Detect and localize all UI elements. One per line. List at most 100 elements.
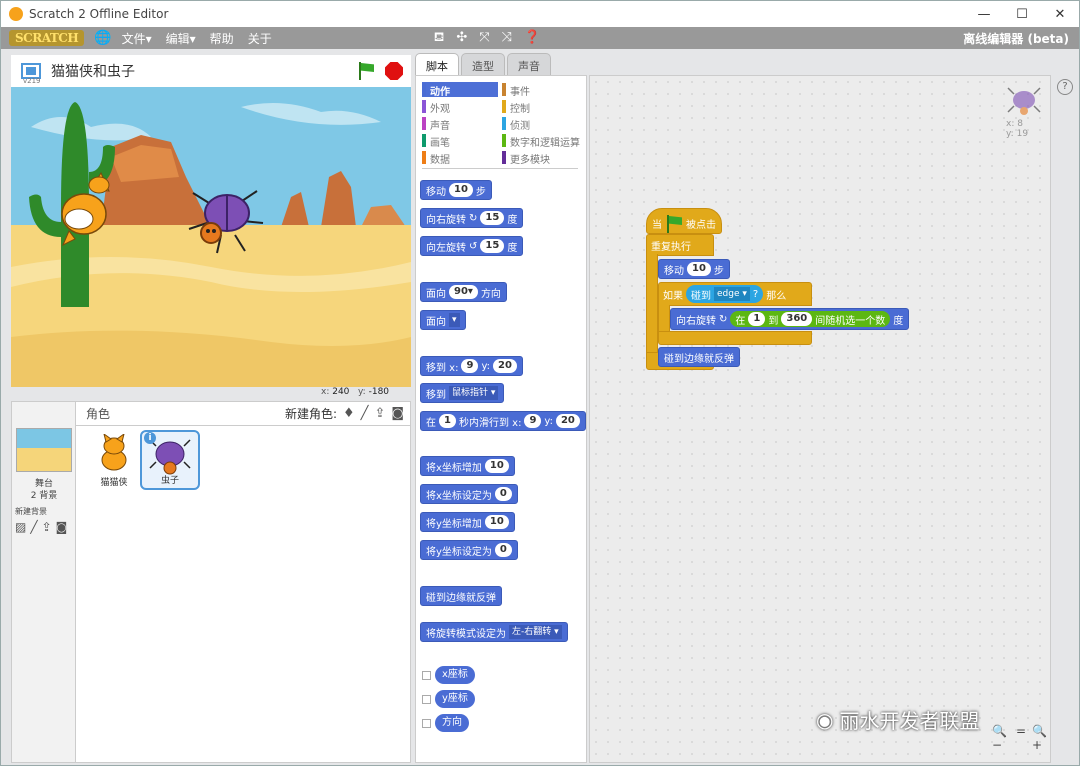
category-control[interactable]: 控制	[502, 99, 582, 115]
globe-icon[interactable]: 🌐	[94, 30, 111, 46]
editor-main: v219 猫猫侠和虫子 x: 240 y: -180 舞台 2 背景 新建背景 …	[1, 49, 1079, 765]
minimize-button[interactable]: —	[965, 7, 1003, 22]
sprites-header: 角色 新建角色: ♦ ╱ ⇪ ◙	[76, 402, 410, 426]
block-set-y[interactable]: 将y坐标设定为 0	[420, 540, 518, 560]
watermark: ◉ 丽水开发者联盟	[816, 705, 979, 734]
zoom-in-icon[interactable]: 🔍+	[1032, 724, 1050, 752]
sprite-name: 猫猫侠	[100, 478, 128, 488]
toolbar-icons: ⛾ ✣ ⤧ ⤨ ❓	[434, 30, 541, 47]
stage-thumbnail[interactable]	[16, 428, 72, 472]
block-move-script[interactable]: 移动 10 步	[658, 259, 730, 279]
rotate-left-icon: ↺	[469, 240, 478, 252]
menu-file[interactable]: 文件▾	[122, 30, 152, 47]
grow-icon[interactable]: ⤧	[479, 30, 489, 47]
block-glide[interactable]: 在 1 秒内滑行到 x: 9 y: 20	[420, 411, 586, 431]
app-window: Scratch 2 Offline Editor — ☐ ✕ SCRATCH 🌐…	[0, 0, 1080, 766]
if-arm	[658, 305, 670, 333]
project-name[interactable]: 猫猫侠和虫子	[51, 61, 135, 81]
upload-sprite-icon[interactable]: ⇪	[374, 406, 385, 421]
bug-sprite[interactable]	[179, 173, 269, 263]
stop-button[interactable]	[385, 62, 403, 80]
reporter-direction[interactable]: 方向	[422, 714, 469, 732]
duplicate-icon[interactable]: ⛾	[434, 30, 445, 47]
block-bounce-script[interactable]: 碰到边缘就反弹	[658, 347, 740, 367]
window-title: Scratch 2 Offline Editor	[29, 7, 169, 21]
sprite-name: 虫子	[160, 476, 179, 486]
sprites-title: 角色	[86, 407, 111, 421]
info-icon[interactable]: i	[144, 432, 156, 444]
stage-canvas[interactable]	[11, 87, 411, 387]
block-turn-right-script[interactable]: 向右旋转 ↻ 在 1 到 360 间随机选一个数 度	[670, 308, 910, 330]
block-goto[interactable]: 移到 鼠标指针 ▾	[420, 383, 505, 403]
green-flag-icon	[665, 215, 683, 233]
category-pen[interactable]: 画笔	[422, 133, 502, 149]
scripts-area[interactable]: x: 8 y: 19 当 被点击 重复执行 ↲ 移动10步 如果	[589, 75, 1051, 763]
reporter-y-position[interactable]: y座标	[422, 690, 475, 708]
version-label: v219	[23, 77, 41, 85]
backdrop-library-icon[interactable]: ▨	[15, 520, 26, 534]
block-rotation-style[interactable]: 将旋转模式设定为 左-右翻转 ▾	[420, 622, 568, 642]
menu-help[interactable]: 帮助	[210, 30, 234, 47]
block-palette: 动作 事件 外观 控制 声音 侦测 画笔 数字和逻辑运算 数据 更多模块 移动 1…	[415, 75, 587, 763]
if-header: 如果 碰到 edge ▾? 那么	[658, 284, 791, 304]
category-events[interactable]: 事件	[502, 82, 582, 98]
block-change-y[interactable]: 将y坐标增加 10	[420, 512, 515, 532]
shrink-icon[interactable]: ⤨	[502, 30, 512, 47]
block-when-flag-clicked[interactable]: 当 被点击	[646, 208, 722, 234]
block-move[interactable]: 移动 10 步	[420, 180, 492, 200]
forever-arm	[646, 254, 658, 354]
palette-divider	[422, 168, 578, 169]
category-operators[interactable]: 数字和逻辑运算	[502, 133, 582, 149]
stage-panel: 舞台 2 背景 新建背景 ▨ ╱ ⇪ ◙	[12, 402, 76, 762]
upload-icon[interactable]: ⇪	[42, 520, 52, 534]
category-more-blocks[interactable]: 更多模块	[502, 150, 582, 166]
reporter-x-position[interactable]: x座标	[422, 666, 475, 684]
sprite-info: x: 8 y: 19	[1006, 86, 1046, 139]
new-backdrop-label: 新建背景	[15, 507, 47, 516]
sprite-library-icon[interactable]: ♦	[343, 406, 355, 421]
category-sensing[interactable]: 侦测	[502, 116, 582, 132]
close-button[interactable]: ✕	[1041, 7, 1079, 22]
paint-icon[interactable]: ╱	[30, 520, 37, 534]
scratch-logo[interactable]: SCRATCH	[9, 30, 85, 46]
block-set-x[interactable]: 将x坐标设定为 0	[420, 484, 518, 504]
checkbox[interactable]	[422, 694, 431, 704]
sprite-tile-cat[interactable]: 猫猫侠	[84, 430, 144, 490]
category-data[interactable]: 数据	[422, 150, 502, 166]
menu-about[interactable]: 关于	[248, 30, 272, 47]
zoom-out-icon[interactable]: 🔍−	[992, 724, 1010, 752]
block-goto-xy[interactable]: 移到 x: 9 y: 20	[420, 356, 523, 376]
rotate-right-icon: ↻	[719, 313, 728, 325]
block-touching[interactable]: 碰到 edge ▾?	[686, 285, 764, 303]
checkbox[interactable]	[422, 718, 431, 728]
block-point-towards[interactable]: 面向 ▾	[420, 310, 466, 330]
backdrop-count: 2 背景	[30, 491, 58, 501]
camera-sprite-icon[interactable]: ◙	[391, 406, 404, 421]
block-turn-right[interactable]: 向右旋转 ↻ 15 度	[420, 208, 524, 228]
category-sound[interactable]: 声音	[422, 116, 502, 132]
mouse-coordinates: x: 240 y: -180	[321, 387, 390, 397]
cut-icon[interactable]: ✣	[456, 30, 467, 47]
green-flag-button[interactable]	[357, 62, 375, 80]
cat-sprite[interactable]	[39, 159, 129, 249]
block-point-direction[interactable]: 面向 90▾ 方向	[420, 282, 507, 302]
block-random[interactable]: 在 1 到 360 间随机选一个数	[730, 311, 891, 327]
help-icon[interactable]: ?	[1057, 79, 1073, 95]
block-change-x[interactable]: 将x坐标增加 10	[420, 456, 515, 476]
sprite-tile-bug[interactable]: i 虫子	[140, 430, 200, 490]
block-turn-left[interactable]: 向左旋转 ↺ 15 度	[420, 236, 524, 256]
help-block-icon[interactable]: ❓	[524, 30, 540, 47]
block-bounce[interactable]: 碰到边缘就反弹	[420, 586, 502, 606]
zoom-reset-icon[interactable]: =	[1016, 724, 1026, 752]
category-motion[interactable]: 动作	[422, 82, 498, 98]
bug-thumbnail	[149, 439, 191, 475]
maximize-button[interactable]: ☐	[1003, 7, 1041, 22]
forever-label: 重复执行	[651, 241, 691, 253]
menu-edit[interactable]: 编辑▾	[166, 30, 196, 47]
title-bar: Scratch 2 Offline Editor — ☐ ✕	[1, 1, 1079, 27]
category-looks[interactable]: 外观	[422, 99, 502, 115]
camera-icon[interactable]: ◙	[56, 520, 68, 534]
paint-sprite-icon[interactable]: ╱	[361, 406, 369, 421]
checkbox[interactable]	[422, 670, 431, 680]
new-sprite-label: 新建角色:	[284, 407, 337, 421]
